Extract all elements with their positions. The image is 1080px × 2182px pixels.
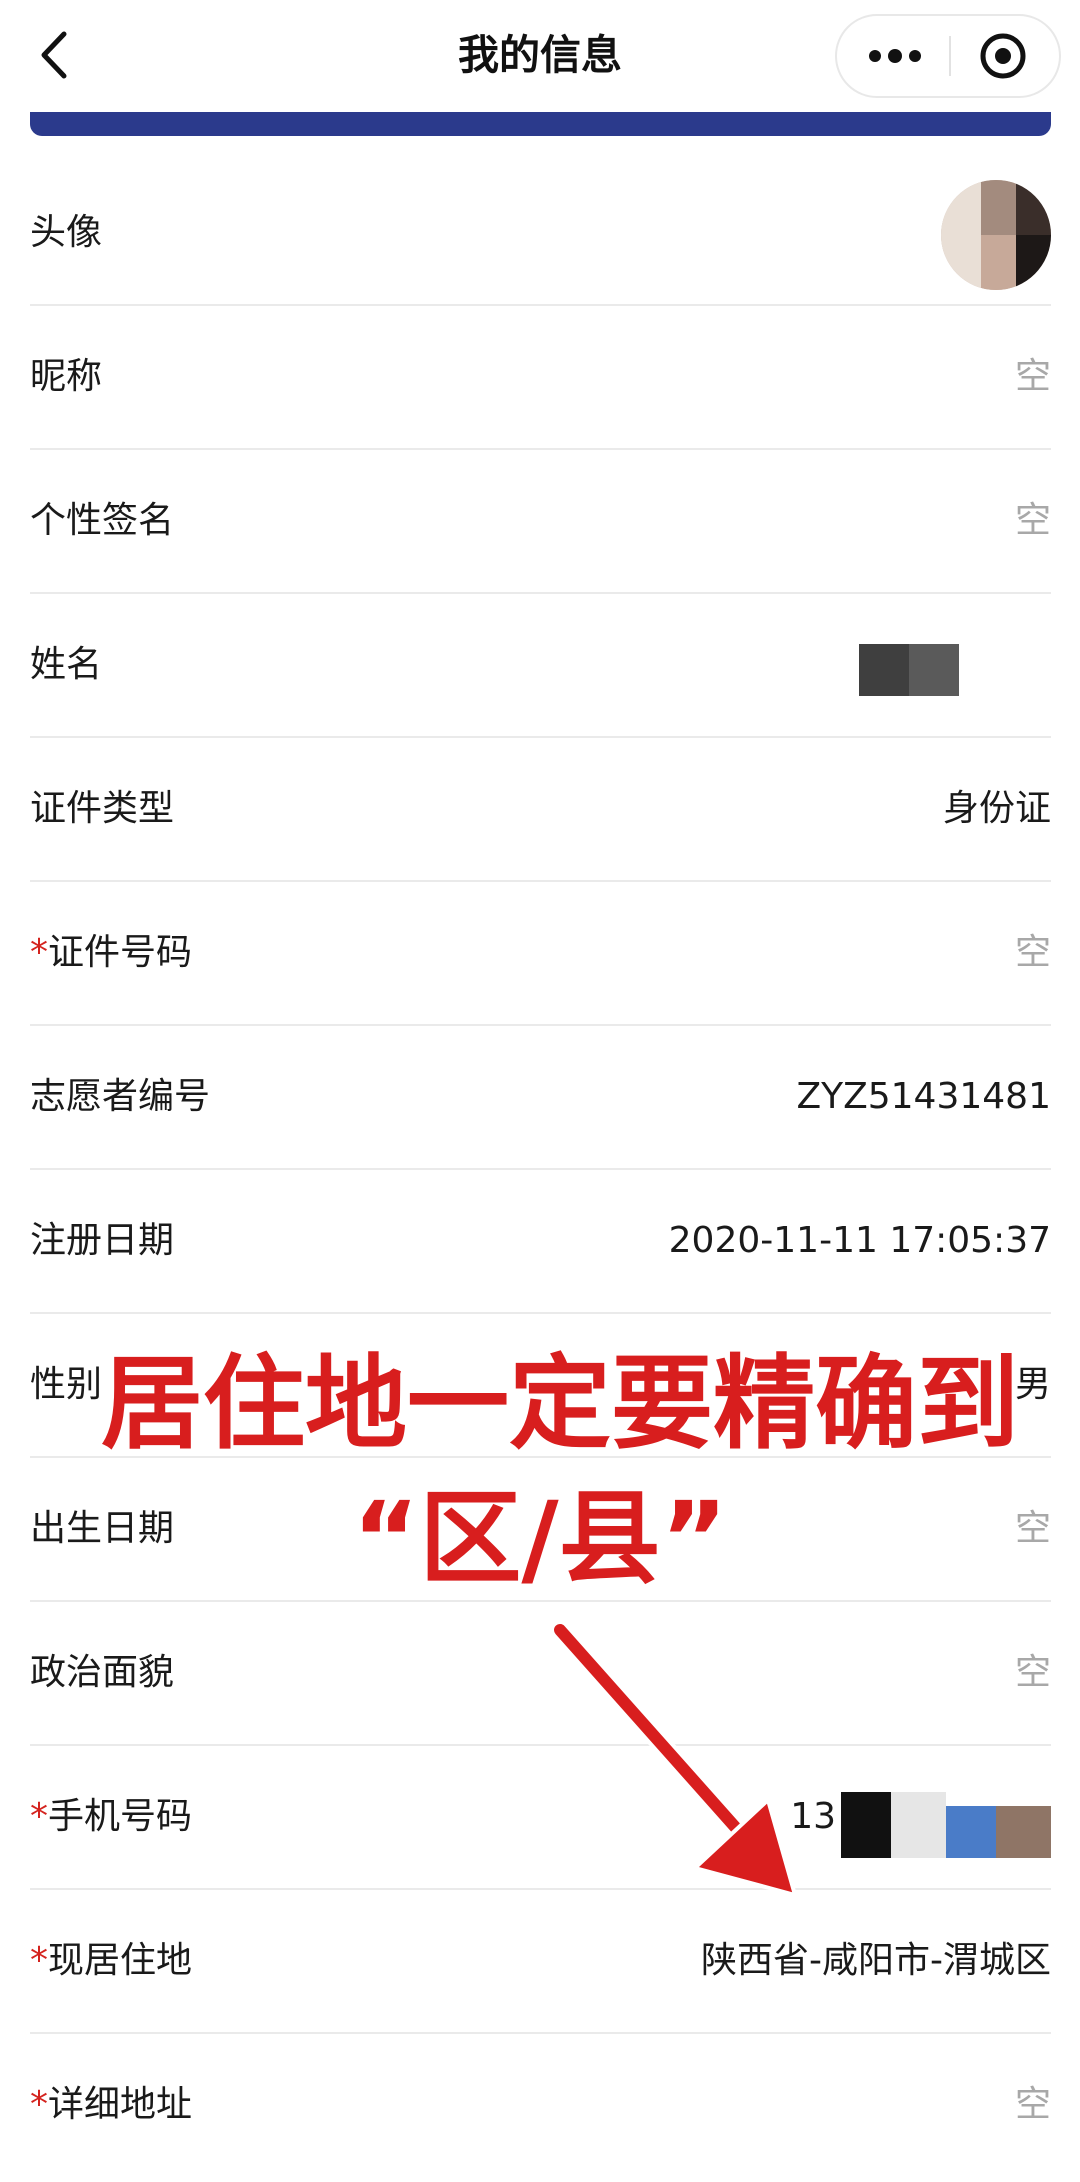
redacted-phone-block — [841, 1792, 1051, 1858]
row-value: 2020-11-11 17:05:37 — [668, 1220, 1051, 1261]
row-volunteer-id[interactable]: 志愿者编号 ZYZ51431481 — [30, 1026, 1051, 1170]
chevron-left-icon — [41, 31, 67, 79]
row-label: *手机号码 — [30, 1746, 192, 1888]
blue-banner-edge — [30, 112, 1051, 136]
row-id-type[interactable]: 证件类型 身份证 — [30, 738, 1051, 882]
row-label: 政治面貌 — [30, 1652, 175, 1693]
row-label: 出生日期 — [30, 1508, 175, 1549]
mini-program-capsule — [835, 14, 1061, 98]
row-value: 陕西省-咸阳市-渭城区 — [701, 1940, 1051, 1981]
annotation-text-line2: “区/县” — [348, 1476, 731, 1603]
row-value: 空 — [1014, 1508, 1051, 1549]
row-label: 证件类型 — [30, 788, 175, 829]
row-value: 空 — [1014, 500, 1051, 541]
required-star: * — [30, 1796, 48, 1837]
row-label: 个性签名 — [30, 500, 175, 541]
page-title: 我的信息 — [458, 31, 622, 79]
row-label: *详细地址 — [30, 2034, 192, 2176]
target-close-icon — [980, 33, 1026, 79]
row-label-text: 手机号码 — [48, 1796, 193, 1837]
row-avatar[interactable]: 头像 — [30, 162, 1051, 306]
avatar[interactable] — [941, 180, 1051, 290]
row-value: 身份证 — [942, 788, 1051, 829]
row-label: 志愿者编号 — [30, 1076, 211, 1117]
row-label-text: 现居住地 — [48, 1940, 193, 1981]
row-signature[interactable]: 个性签名 空 — [30, 450, 1051, 594]
close-button[interactable] — [951, 16, 1059, 96]
row-label: 昵称 — [30, 356, 103, 397]
row-label-text: 详细地址 — [48, 2084, 193, 2125]
required-star: * — [30, 1940, 48, 1981]
nav-bar: 我的信息 — [0, 0, 1080, 112]
row-nickname[interactable]: 昵称 空 — [30, 306, 1051, 450]
red-arrow-down-right-icon — [550, 1620, 797, 1897]
row-register-date[interactable]: 注册日期 2020-11-11 17:05:37 — [30, 1170, 1051, 1314]
row-label: 头像 — [30, 212, 103, 253]
more-dots-icon — [869, 49, 921, 63]
row-label: *现居住地 — [30, 1890, 192, 2032]
row-value: 空 — [1014, 1652, 1051, 1693]
annotation-text-line1: 居住地一定要精确到 — [97, 1341, 1023, 1468]
row-detail-address[interactable]: *详细地址 空 — [30, 2034, 1051, 2178]
back-button[interactable] — [30, 22, 90, 88]
row-label-text: 证件号码 — [48, 932, 193, 973]
row-label: *证件号码 — [30, 882, 192, 1024]
required-star: * — [30, 932, 48, 973]
row-name[interactable]: 姓名 — [30, 594, 1051, 738]
row-label: 姓名 — [30, 644, 103, 685]
row-value: ZYZ51431481 — [796, 1076, 1051, 1117]
row-value: 空 — [1014, 2084, 1051, 2125]
row-value: 空 — [1014, 932, 1051, 973]
row-value: 空 — [1014, 356, 1051, 397]
row-id-number[interactable]: *证件号码 空 — [30, 882, 1051, 1026]
redacted-name-block — [859, 644, 959, 696]
row-residence[interactable]: *现居住地 陕西省-咸阳市-渭城区 — [30, 1890, 1051, 2034]
more-button[interactable] — [837, 16, 949, 96]
required-star: * — [30, 2084, 48, 2125]
row-label: 注册日期 — [30, 1220, 175, 1261]
